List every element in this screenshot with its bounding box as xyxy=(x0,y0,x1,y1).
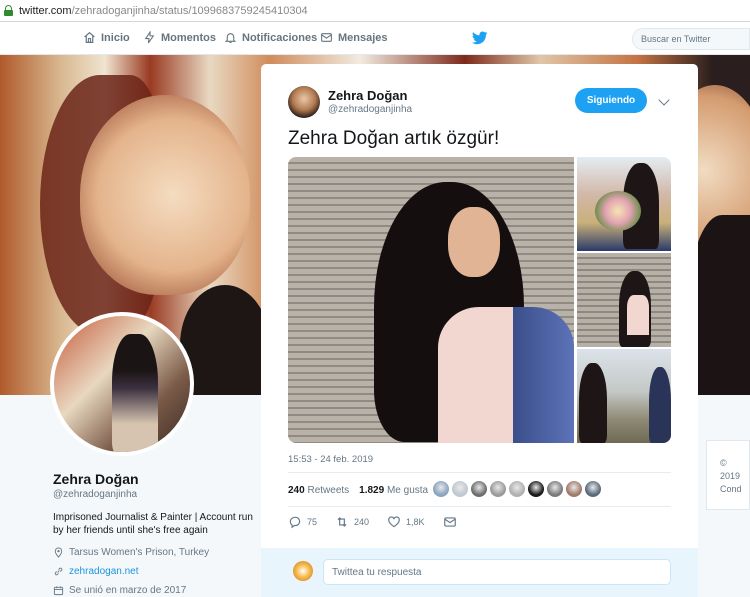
tweet-actions: 75 240 1,8K xyxy=(288,515,475,529)
url-text[interactable]: twitter.com/zehradoganjinha/status/10996… xyxy=(19,5,308,17)
like-button[interactable]: 1,8K xyxy=(387,515,425,529)
tweet-author-handle[interactable]: @zehradoganjinha xyxy=(328,104,412,115)
nav-notifications[interactable]: Notificaciones xyxy=(224,31,317,44)
retweet-icon xyxy=(337,517,347,527)
divider xyxy=(288,506,671,507)
tweet-photo-3[interactable] xyxy=(577,253,671,347)
tweet-author-avatar[interactable] xyxy=(288,86,320,118)
profile-handle: @zehradoganjinha xyxy=(53,489,138,500)
link-icon xyxy=(54,567,63,576)
calendar-icon xyxy=(53,586,64,596)
profile-name[interactable]: Zehra Doğan xyxy=(53,471,139,487)
divider xyxy=(288,472,671,473)
lock-icon xyxy=(4,5,13,16)
liker-avatar[interactable] xyxy=(509,481,525,497)
twitter-bird-icon[interactable] xyxy=(472,31,488,45)
likes-stat[interactable]: 1.829 Me gusta xyxy=(359,485,428,496)
tweet-photo-4[interactable] xyxy=(577,349,671,443)
tweet-modal: Zehra Doğan @zehradoganjinha Siguiendo Z… xyxy=(261,64,698,597)
bolt-icon xyxy=(144,31,155,44)
nav-messages[interactable]: Mensajes xyxy=(320,31,388,44)
retweet-button[interactable]: 240 xyxy=(335,515,369,529)
nav-home[interactable]: Inicio xyxy=(83,31,130,44)
envelope-icon xyxy=(443,517,456,527)
liker-avatar[interactable] xyxy=(566,481,582,497)
envelope-icon xyxy=(321,33,332,42)
following-button[interactable]: Siguiendo xyxy=(575,88,647,113)
profile-website[interactable]: zehradogan.net xyxy=(53,566,139,577)
home-icon xyxy=(84,31,95,43)
heart-icon xyxy=(388,516,400,528)
reply-composer: Twittea tu respuesta xyxy=(261,548,698,597)
reply-icon xyxy=(289,516,301,529)
current-user-avatar xyxy=(293,561,313,581)
tweet-timestamp[interactable]: 15:53 - 24 feb. 2019 xyxy=(288,454,373,465)
tweet-stats: 240 Retweets 1.829 Me gusta xyxy=(288,485,428,496)
liker-avatar[interactable] xyxy=(433,481,449,497)
tweet-text: Zehra Doğan artık özgür! xyxy=(288,128,500,149)
profile-avatar[interactable] xyxy=(50,312,194,456)
tweet-photo-1[interactable] xyxy=(288,157,574,443)
tweet-author-name[interactable]: Zehra Doğan xyxy=(328,88,407,103)
liker-avatar[interactable] xyxy=(452,481,468,497)
tweet-photo-2[interactable] xyxy=(577,157,671,251)
search-input[interactable]: Buscar en Twitter xyxy=(632,28,750,50)
tweet-media xyxy=(288,157,671,443)
nav-moments[interactable]: Momentos xyxy=(143,31,216,44)
profile-location: Tarsus Women's Prison, Turkey xyxy=(53,547,209,558)
liker-avatar[interactable] xyxy=(585,481,601,497)
top-navigation: Inicio Momentos Notificaciones Mensajes … xyxy=(0,22,750,55)
liker-avatar[interactable] xyxy=(471,481,487,497)
bell-icon xyxy=(224,33,237,43)
browser-address-bar[interactable]: twitter.com/zehradoganjinha/status/10996… xyxy=(0,0,750,22)
liker-avatar[interactable] xyxy=(490,481,506,497)
reply-input[interactable]: Twittea tu respuesta xyxy=(323,559,671,585)
direct-message-button[interactable] xyxy=(443,515,457,529)
location-pin-icon xyxy=(54,547,63,558)
retweets-stat[interactable]: 240 Retweets xyxy=(288,485,349,496)
liker-avatar[interactable] xyxy=(528,481,544,497)
chevron-down-icon[interactable] xyxy=(658,94,670,106)
liker-avatar[interactable] xyxy=(547,481,563,497)
reply-button[interactable]: 75 xyxy=(288,515,317,529)
profile-bio: Imprisoned Journalist & Painter | Accoun… xyxy=(53,512,253,536)
liker-avatars xyxy=(433,481,601,497)
footer-card: © 2019 Cond xyxy=(706,440,750,510)
profile-joined: Se unió en marzo de 2017 xyxy=(53,585,186,596)
